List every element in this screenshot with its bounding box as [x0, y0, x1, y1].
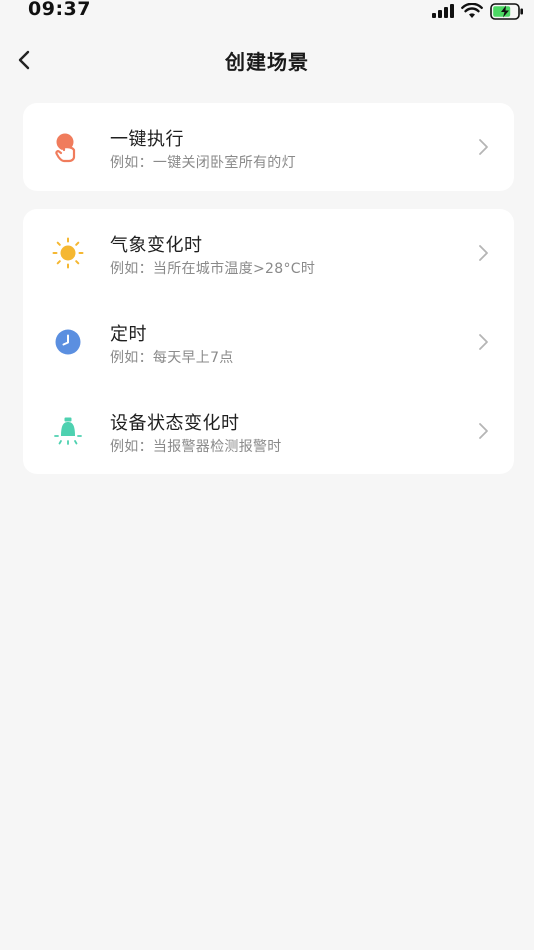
page-title: 创建场景: [225, 50, 309, 74]
option-timer[interactable]: 定时 例如：每天早上7点: [23, 298, 514, 386]
cellular-signal-icon: [432, 4, 454, 18]
clock-icon: [50, 324, 86, 360]
status-bar: 09:37: [0, 0, 534, 24]
option-description: 例如：当报警器检测报警时: [110, 439, 282, 455]
sun-icon: [50, 235, 86, 271]
option-title: 气象变化时: [110, 235, 203, 256]
device-icon: [50, 413, 86, 449]
option-title: 一键执行: [110, 129, 184, 150]
status-icons: [432, 2, 524, 20]
option-description: 例如：当所在城市温度>28°C时: [110, 261, 316, 277]
wifi-icon: [461, 3, 483, 19]
option-description: 例如：每天早上7点: [110, 350, 234, 366]
chevron-right-icon: [479, 139, 488, 155]
option-description: 例如：一键关闭卧室所有的灯: [110, 155, 296, 171]
status-time: 09:37: [28, 0, 91, 20]
option-one-key-execute[interactable]: 一键执行 例如：一键关闭卧室所有的灯: [23, 103, 514, 191]
option-title: 设备状态变化时: [110, 413, 240, 434]
header: 创建场景: [0, 36, 534, 84]
option-title: 定时: [110, 324, 147, 345]
battery-charging-icon: [490, 2, 524, 20]
chevron-right-icon: [479, 423, 488, 439]
scene-card-manual: 一键执行 例如：一键关闭卧室所有的灯: [23, 103, 514, 191]
scene-card-conditions: 气象变化时 例如：当所在城市温度>28°C时 定时 例如：每天早上7点 设备状态…: [23, 209, 514, 474]
option-weather-change[interactable]: 气象变化时 例如：当所在城市温度>28°C时: [23, 209, 514, 297]
chevron-right-icon: [479, 334, 488, 350]
chevron-right-icon: [479, 245, 488, 261]
option-device-state-change[interactable]: 设备状态变化时 例如：当报警器检测报警时: [23, 387, 514, 475]
tap-hand-icon: [50, 129, 86, 165]
